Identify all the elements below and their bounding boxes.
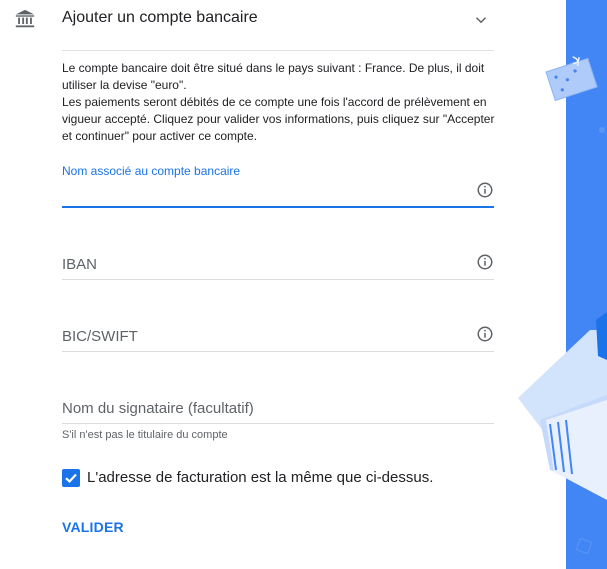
description-debit: Les paiements seront débités de ce compt… (62, 95, 495, 143)
signatory-hint: S'il n'est pas le titulaire du compte (62, 429, 228, 441)
chevron-down-icon[interactable] (472, 11, 490, 29)
validate-button[interactable]: VALIDER (62, 519, 124, 535)
signatory-placeholder: Nom du signataire (facultatif) (62, 400, 254, 417)
info-icon[interactable] (476, 181, 494, 199)
iban-field[interactable]: IBAN (62, 248, 494, 282)
same-billing-checkbox[interactable] (62, 469, 80, 487)
add-bank-account-panel: Ajouter un compte bancaire Le compte ban… (0, 0, 510, 569)
account-name-field[interactable]: Nom associé au compte bancaire (62, 160, 494, 210)
description: Le compte bancaire doit être situé dans … (62, 60, 498, 145)
info-icon[interactable] (476, 253, 494, 271)
check-icon (65, 473, 77, 484)
bank-icon (15, 9, 35, 28)
iban-underline (62, 279, 494, 280)
bic-field[interactable]: BIC/SWIFT (62, 320, 494, 354)
bic-placeholder: BIC/SWIFT (62, 328, 138, 345)
account-name-underline (62, 206, 494, 208)
signatory-field[interactable]: Nom du signataire (facultatif) (62, 392, 494, 426)
divider (62, 50, 494, 51)
iban-placeholder: IBAN (62, 256, 98, 273)
description-country: Le compte bancaire doit être situé dans … (62, 61, 485, 92)
account-name-label: Nom associé au compte bancaire (62, 164, 241, 178)
signatory-underline (62, 423, 494, 424)
same-billing-label[interactable]: L'adresse de facturation est la même que… (87, 469, 433, 486)
decorative-illustration (518, 0, 607, 569)
section-title: Ajouter un compte bancaire (62, 9, 258, 26)
info-icon[interactable] (476, 325, 494, 343)
bic-underline (62, 351, 494, 352)
